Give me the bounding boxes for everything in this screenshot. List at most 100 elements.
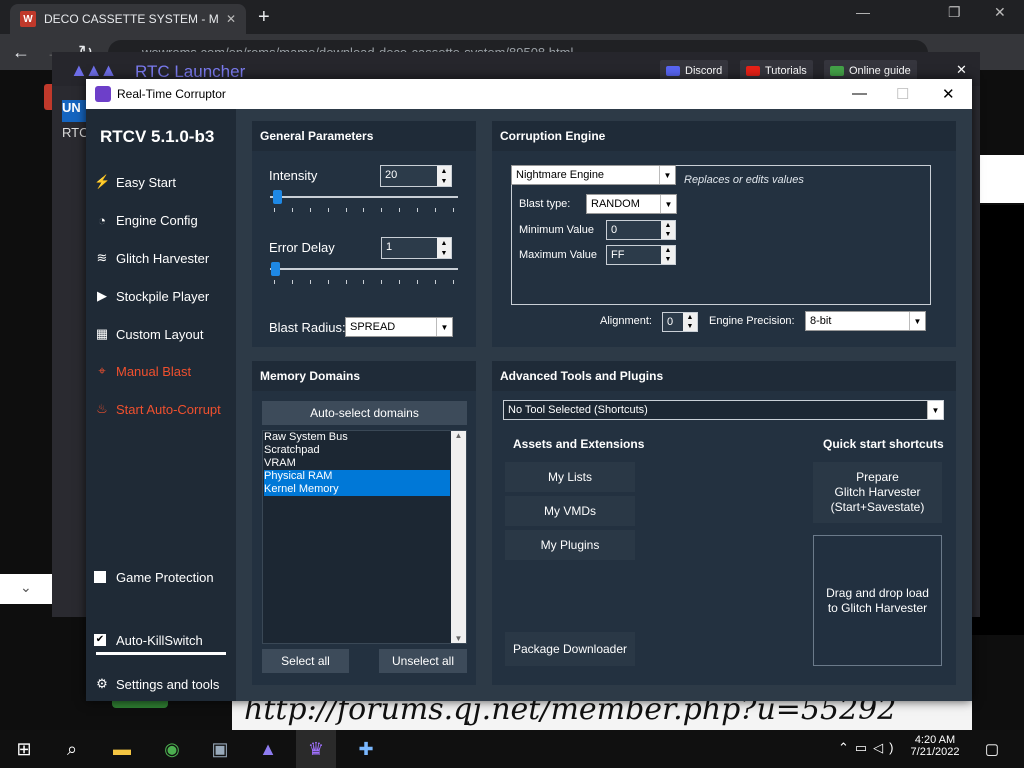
chevron-down-icon: ▼ bbox=[909, 312, 925, 330]
list-item-selected[interactable]: Kernel Memory bbox=[264, 483, 450, 496]
guide-icon bbox=[830, 66, 844, 76]
intensity-slider-thumb[interactable] bbox=[273, 190, 282, 204]
sidebar-item-engine-config[interactable]: ◔ Engine Config bbox=[94, 209, 198, 231]
package-downloader-button[interactable]: Package Downloader bbox=[505, 632, 635, 666]
panel-header: Corruption Engine bbox=[492, 121, 956, 151]
intensity-stepper[interactable]: 20 ▲ ▼ bbox=[380, 165, 452, 187]
unselect-all-button[interactable]: Unselect all bbox=[379, 649, 467, 673]
intensity-slider-track[interactable] bbox=[270, 196, 458, 198]
select-all-button[interactable]: Select all bbox=[262, 649, 349, 673]
sidebar-item-manual-blast[interactable]: ⌖ Manual Blast bbox=[94, 360, 191, 382]
my-lists-button[interactable]: My Lists bbox=[505, 462, 635, 492]
maximize-icon[interactable]: ☐ bbox=[896, 85, 909, 103]
killswitch-progress-bar bbox=[96, 652, 226, 655]
error-delay-stepper[interactable]: 1 ▲ ▼ bbox=[381, 237, 452, 259]
list-item-selected[interactable]: Physical RAM bbox=[264, 470, 450, 483]
restore-browser-icon[interactable]: ❐ bbox=[948, 4, 961, 21]
slider-ticks bbox=[274, 208, 454, 212]
scroll-down-icon[interactable]: ▼ bbox=[451, 634, 466, 643]
list-item[interactable]: Scratchpad bbox=[264, 444, 450, 457]
minimize-icon[interactable]: — bbox=[852, 85, 867, 102]
checkbox-box bbox=[94, 571, 106, 583]
checkmark-icon: ✔ bbox=[94, 634, 106, 646]
sidebar-item-auto-corrupt[interactable]: ♨ Start Auto-Corrupt bbox=[94, 398, 221, 420]
file-explorer-icon[interactable]: ▬ bbox=[102, 730, 142, 768]
quick-start-header: Quick start shortcuts bbox=[823, 437, 944, 451]
game-protection-checkbox[interactable]: Game Protection bbox=[94, 566, 214, 588]
chevron-down-icon: ▼ bbox=[436, 318, 452, 336]
intensity-label: Intensity bbox=[269, 168, 318, 183]
blast-radius-label: Blast Radius: bbox=[269, 320, 346, 335]
chrome-icon[interactable]: ◉ bbox=[152, 730, 192, 768]
rtc-logo-icon: ▲▲▲ bbox=[70, 60, 117, 80]
engine-precision-select[interactable]: 8-bit ▼ bbox=[805, 311, 926, 331]
windows-start-icon[interactable]: ⊞ bbox=[4, 730, 44, 768]
photos-icon[interactable]: ▣ bbox=[200, 730, 240, 768]
alignment-label: Alignment: bbox=[600, 315, 652, 327]
webpage-collapse-button[interactable]: ⌄ bbox=[0, 574, 56, 604]
stepper-arrows-icon[interactable]: ▲ ▼ bbox=[683, 313, 697, 331]
drag-drop-zone[interactable]: Drag and drop load to Glitch Harvester bbox=[813, 535, 942, 666]
close-window-icon[interactable]: ✕ bbox=[942, 85, 955, 103]
stepper-arrows-icon[interactable]: ▲ ▼ bbox=[661, 246, 675, 264]
my-plugins-button[interactable]: My Plugins bbox=[505, 530, 635, 560]
engine-select[interactable]: Nightmare Engine ▼ bbox=[511, 165, 676, 185]
my-vmds-button[interactable]: My VMDs bbox=[505, 496, 635, 526]
stepper-arrows-icon[interactable]: ▲ ▼ bbox=[437, 238, 451, 258]
search-icon[interactable]: ⌕ bbox=[52, 730, 92, 768]
prepare-glitch-harvester-button[interactable]: Prepare Glitch Harvester (Start+Savestat… bbox=[813, 462, 942, 523]
wowroms-favicon: W bbox=[20, 11, 36, 27]
crosshair-icon: ⌖ bbox=[98, 363, 106, 378]
engine-precision-label: Engine Precision: bbox=[709, 315, 795, 327]
auto-select-domains-button[interactable]: Auto-select domains bbox=[262, 401, 467, 425]
window-title: Real-Time Corruptor bbox=[117, 87, 226, 101]
sidebar-item-stockpile-player[interactable]: ▶ Stockpile Player bbox=[94, 285, 209, 307]
tool-select[interactable]: No Tool Selected (Shortcuts) ▼ bbox=[503, 400, 944, 420]
back-arrow-icon[interactable]: ← bbox=[12, 42, 30, 63]
new-tab-icon[interactable]: + bbox=[258, 6, 270, 29]
launcher-side-text: RTC bbox=[62, 125, 89, 140]
list-item[interactable]: VRAM bbox=[264, 457, 450, 470]
blast-type-label: Blast type: bbox=[519, 198, 571, 210]
close-tab-icon[interactable]: ✕ bbox=[226, 12, 236, 26]
browser-tab[interactable]: W DECO CASSETTE SYSTEM - MAM ✕ bbox=[10, 4, 246, 34]
sidebar-item-custom-layout[interactable]: ▦ Custom Layout bbox=[94, 323, 204, 345]
stepper-arrows-icon[interactable]: ▲ ▼ bbox=[661, 221, 675, 239]
sidebar-item-glitch-harvester[interactable]: ≋ Glitch Harvester bbox=[94, 247, 210, 269]
blast-type-select[interactable]: RANDOM ▼ bbox=[586, 194, 677, 214]
chevron-down-icon: ▼ bbox=[659, 166, 675, 184]
blast-radius-select[interactable]: SPREAD ▼ bbox=[345, 317, 453, 337]
rtc-launcher-taskbar-icon[interactable]: ▲ bbox=[248, 730, 288, 768]
max-value-stepper[interactable]: FF ▲ ▼ bbox=[606, 245, 676, 265]
general-parameters-panel: General Parameters bbox=[252, 121, 476, 347]
stepper-arrows-icon[interactable]: ▲ ▼ bbox=[437, 166, 451, 186]
domain-list-items: Raw System Bus Scratchpad VRAM Physical … bbox=[264, 431, 450, 496]
panel-header: General Parameters bbox=[252, 121, 476, 151]
auto-killswitch-checkbox[interactable]: ✔ Auto-KillSwitch bbox=[94, 629, 203, 651]
system-tray-icons[interactable]: ⌃▭◁) bbox=[838, 740, 900, 756]
scroll-up-icon[interactable]: ▲ bbox=[451, 431, 466, 440]
alignment-stepper[interactable]: 0 ▲ ▼ bbox=[662, 312, 698, 332]
error-delay-slider-track[interactable] bbox=[270, 268, 458, 270]
notifications-icon[interactable]: ▢ bbox=[972, 730, 1012, 768]
chevron-down-icon: ⌄ bbox=[20, 579, 32, 595]
play-icon: ▶ bbox=[97, 288, 107, 303]
taskbar-clock[interactable]: 4:20 AM 7/21/2022 bbox=[905, 734, 965, 758]
emulator-taskbar-icon[interactable]: ✚ bbox=[346, 730, 386, 768]
layers-icon: ≋ bbox=[96, 250, 108, 265]
error-delay-slider-thumb[interactable] bbox=[271, 262, 280, 276]
settings-button[interactable]: ⚙ Settings and tools bbox=[94, 673, 219, 695]
list-item[interactable]: Raw System Bus bbox=[264, 431, 450, 444]
error-delay-label: Error Delay bbox=[269, 240, 335, 255]
minimize-browser-icon[interactable]: — bbox=[856, 4, 870, 20]
rtc-app-icon bbox=[95, 86, 111, 102]
rtc-taskbar-icon[interactable]: ♛ bbox=[296, 730, 336, 768]
wand-icon: ⚡ bbox=[94, 174, 111, 189]
slider-ticks bbox=[274, 280, 454, 284]
close-browser-icon[interactable]: ✕ bbox=[994, 4, 1006, 21]
domain-list-scrollbar[interactable]: ▲ ▼ bbox=[451, 431, 466, 643]
launcher-close-icon[interactable]: ✕ bbox=[956, 62, 967, 78]
chevron-down-icon: ▼ bbox=[660, 195, 676, 213]
min-value-stepper[interactable]: 0 ▲ ▼ bbox=[606, 220, 676, 240]
sidebar-item-easy-start[interactable]: ⚡ Easy Start bbox=[94, 171, 176, 193]
